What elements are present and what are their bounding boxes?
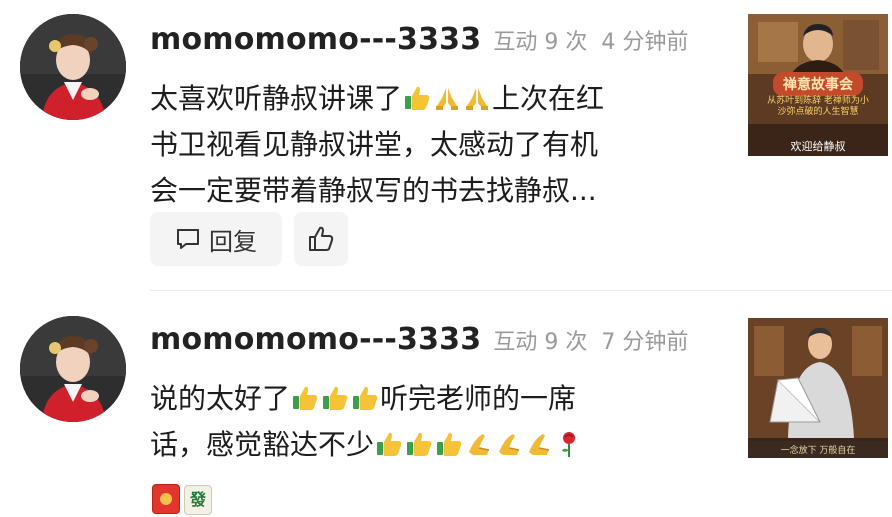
thumbs-up-outline-icon (307, 225, 335, 253)
thumbnail-footer: 欢迎给静叔 (790, 140, 846, 153)
timestamp: 4 分钟前 (601, 30, 689, 55)
comment-text: 太喜欢听静叔讲课了 上次在红 书卫视看见静叔讲堂，太感动了有机 会一定要带着静叔写… (150, 76, 710, 214)
thumbs-up-icon (351, 384, 379, 412)
video-thumbnail[interactable]: 一念放下 万般自在 (748, 318, 888, 458)
rose-icon (555, 430, 583, 458)
thumbs-up-icon (405, 430, 433, 458)
thumbs-up-icon (403, 84, 431, 112)
timestamp: 7 分钟前 (601, 330, 689, 355)
hands-together-icon (495, 430, 523, 458)
comment-text-segment: 太喜欢听静叔讲课了 (150, 82, 403, 115)
thumbs-up-icon (321, 384, 349, 412)
interaction-count: 互动 9 次 (493, 30, 588, 55)
thumbnail-subtitle: 从苏叶到陈辞 老禅师为小沙弥点破的人生智慧 (767, 96, 869, 117)
hands-together-icon (525, 430, 553, 458)
reply-button[interactable]: 回复 (150, 212, 282, 266)
avatar[interactable] (20, 14, 126, 120)
username[interactable]: momomomo---3333 (150, 22, 481, 57)
interaction-count: 互动 9 次 (493, 330, 588, 355)
divider (150, 290, 892, 291)
username[interactable]: momomomo---3333 (150, 322, 481, 357)
avatar[interactable] (20, 316, 126, 422)
thumbs-up-icon (375, 430, 403, 458)
thumbnail-title: 禅意故事会 (748, 72, 888, 96)
comment-item: momomomo---3333 互动 9 次 4 分钟前 太喜欢听静叔讲课了 上次… (0, 0, 892, 290)
comment-text: 说的太好了 听完老师的一席 话，感觉豁达不少 發 (150, 376, 710, 515)
comment-text-segment: 说的太好了 (150, 382, 291, 415)
comment-meta: momomomo---3333 互动 9 次 4 分钟前 (150, 22, 688, 62)
thumbnail-caption: 一念放下 万般自在 (748, 441, 888, 458)
comment-icon (175, 227, 201, 251)
red-packet-icon (152, 484, 180, 514)
praying-hands-icon (463, 84, 491, 112)
hands-together-icon (465, 430, 493, 458)
comment-actions: 回复 (150, 212, 348, 266)
comment-text-line: 书卫视看见静叔讲堂，太感动了有机 (150, 128, 599, 161)
like-button[interactable] (294, 212, 348, 266)
comment-text-segment: 话，感觉豁达不少 (150, 428, 375, 461)
thumbs-up-icon (435, 430, 463, 458)
video-thumbnail[interactable]: 禅意故事会 从苏叶到陈辞 老禅师为小沙弥点破的人生智慧 欢迎给静叔 (748, 14, 888, 156)
comment-item: momomomo---3333 互动 9 次 7 分钟前 说的太好了 听完老师的一… (0, 300, 892, 517)
comment-text-line: 会一定要带着静叔写的书去找静叔... (150, 174, 597, 207)
comment-text-segment: 上次在红 (492, 82, 605, 115)
reply-label: 回复 (209, 227, 257, 256)
thumbs-up-icon (291, 384, 319, 412)
comment-meta: momomomo---3333 互动 9 次 7 分钟前 (150, 322, 688, 362)
comment-text-segment: 听完老师的一席 (380, 382, 577, 415)
mahjong-fa-icon: 發 (184, 485, 212, 515)
praying-hands-icon (433, 84, 461, 112)
